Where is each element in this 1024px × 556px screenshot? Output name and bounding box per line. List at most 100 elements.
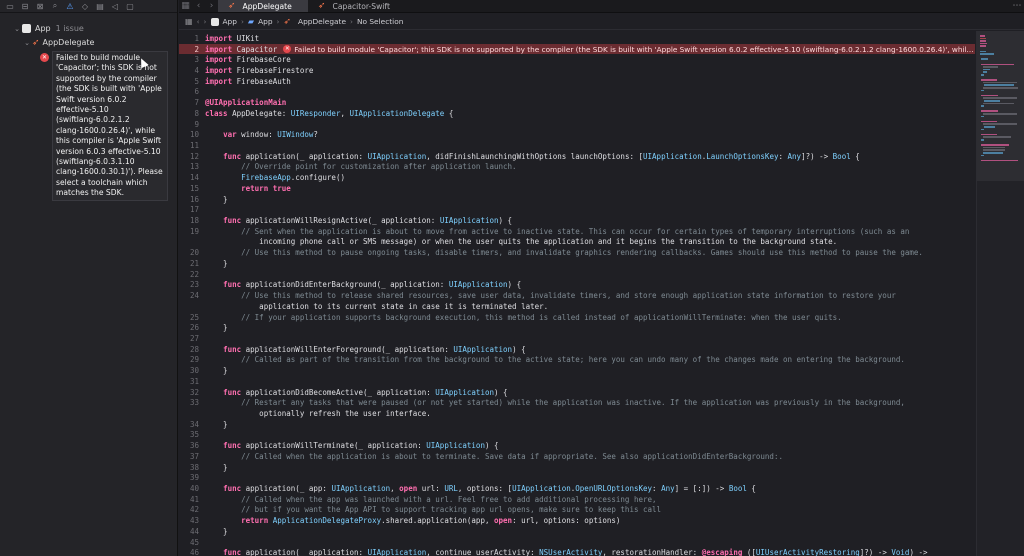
code-line[interactable]: 21 } <box>179 258 975 269</box>
code-line[interactable]: 26 } <box>179 322 975 333</box>
minimap-line <box>981 115 984 118</box>
symbol-icon[interactable]: ⊠ <box>34 1 46 11</box>
code-line[interactable]: 42 // but if you want the App API to sup… <box>179 505 975 516</box>
code-line[interactable]: 24 // Use this method to release shared … <box>179 290 975 301</box>
code-line[interactable]: 36 func applicationWillTerminate(_ appli… <box>179 440 975 451</box>
inline-error-message[interactable]: ✕ Failed to build module 'Capacitor'; thi… <box>283 45 974 54</box>
source-control-icon[interactable]: ⊟ <box>19 1 31 11</box>
breadcrumb-item-folder[interactable]: App <box>258 17 272 26</box>
code-line[interactable]: 43 return ApplicationDelegateProxy.share… <box>179 515 975 526</box>
line-number: 20 <box>189 248 199 258</box>
test-icon[interactable]: ◇ <box>79 1 91 11</box>
forward-arrow-icon[interactable]: › <box>205 0 218 12</box>
code-line[interactable]: 4 import FirebaseFirestore <box>179 65 975 76</box>
line-number: 40 <box>189 484 199 494</box>
code-line[interactable]: 17 <box>179 205 975 216</box>
breadcrumb-item-selection[interactable]: No Selection <box>357 17 403 26</box>
code-text: return true <box>241 183 291 193</box>
code-line[interactable]: 37 // Called when the application is abo… <box>179 451 975 462</box>
code-line[interactable]: 3 import FirebaseCore <box>179 54 975 65</box>
breadcrumb-separator-icon: › <box>276 17 280 26</box>
report-icon[interactable]: ▢ <box>124 1 136 11</box>
code-text: return ApplicationDelegateProxy.shared.a… <box>241 516 621 526</box>
code-line[interactable]: 18 func applicationWillResignActive(_ ap… <box>179 215 975 226</box>
code-line[interactable]: 31 <box>179 376 975 387</box>
code-line[interactable]: 25 // If your application supports backg… <box>179 312 975 323</box>
code-line[interactable]: 45 <box>179 537 975 548</box>
minimap[interactable] <box>976 31 1024 556</box>
issue-icon[interactable]: ⚠ <box>64 1 76 11</box>
code-line[interactable]: 20 // Use this method to pause ongoing t… <box>179 247 975 258</box>
folder-icon[interactable]: ▭ <box>4 1 16 11</box>
swift-file-icon: ➶ <box>32 37 40 48</box>
code-line[interactable]: 39 <box>179 473 975 484</box>
chevron-down-icon[interactable]: ⌄ <box>22 39 32 47</box>
breadcrumb-item-file[interactable]: AppDelegate <box>298 17 346 26</box>
code-line[interactable]: incoming phone call or SMS message) or w… <box>179 237 975 248</box>
code-line[interactable]: 33 // Restart any tasks that were paused… <box>179 397 975 408</box>
code-line[interactable]: 1 import UIKit <box>179 33 975 44</box>
related-items-icon[interactable]: ▦ <box>185 17 193 26</box>
code-line[interactable]: 12 func application(_ application: UIApp… <box>179 151 975 162</box>
code-line[interactable]: 27 <box>179 333 975 344</box>
code-line[interactable]: 46 func application(_ application: UIApp… <box>179 548 975 556</box>
line-number: 1 <box>194 33 199 43</box>
folder-icon: ▰ <box>247 17 255 26</box>
code-line[interactable]: 23 func applicationDidEnterBackground(_ … <box>179 280 975 291</box>
chevron-down-icon[interactable]: ⌄ <box>12 25 22 33</box>
tab-appdelegate[interactable]: ➶ AppDelegate <box>218 0 308 12</box>
code-line[interactable]: 28 func applicationWillEnterForeground(_… <box>179 344 975 355</box>
line-number: 25 <box>189 312 199 322</box>
code-line[interactable]: 34 } <box>179 419 975 430</box>
code-line[interactable]: 22 <box>179 269 975 280</box>
line-number: 31 <box>189 376 199 386</box>
code-line[interactable]: 15 return true <box>179 183 975 194</box>
code-line[interactable]: 35 <box>179 430 975 441</box>
debug-icon[interactable]: ▤ <box>94 1 106 11</box>
code-line[interactable]: 9 <box>179 119 975 130</box>
code-line[interactable]: 16 } <box>179 194 975 205</box>
project-row[interactable]: ⌄ App 1 issue <box>12 22 84 35</box>
code-line[interactable]: 32 func applicationDidBecomeActive(_ app… <box>179 387 975 398</box>
line-number: 5 <box>194 76 199 86</box>
minimap-line <box>982 136 1012 138</box>
breadcrumb-separator-icon: › <box>350 17 353 26</box>
code-line[interactable]: 38 } <box>179 462 975 473</box>
more-icon[interactable]: ⋯ <box>1010 0 1024 12</box>
find-icon[interactable]: ⌕ <box>49 1 61 11</box>
code-line[interactable]: 14 FirebaseApp.configure() <box>179 172 975 183</box>
code-line[interactable]: 19 // Sent when the application is about… <box>179 226 975 237</box>
code-editor[interactable]: 1 import UIKit 2 import Capacitor ✕ Failed to… <box>179 31 975 556</box>
back-arrow-icon[interactable]: ‹ <box>192 0 205 12</box>
code-line[interactable]: 8 class AppDelegate: UIResponder, UIAppli… <box>179 108 975 119</box>
app-project-icon <box>210 17 219 26</box>
code-line[interactable]: 30 } <box>179 365 975 376</box>
file-row-appdelegate[interactable]: ⌄ ➶ AppDelegate <box>22 36 94 49</box>
code-line[interactable]: 13 // Override point for customization a… <box>179 162 975 173</box>
code-line[interactable]: 10 var window: UIWindow? <box>179 129 975 140</box>
code-line[interactable]: 6 <box>179 87 975 98</box>
code-line[interactable]: 41 // Called when the app was launched w… <box>179 494 975 505</box>
chevron-right-icon[interactable]: › <box>204 17 207 26</box>
code-line[interactable]: 11 <box>179 140 975 151</box>
code-line[interactable]: 7 @UIApplicationMain <box>179 97 975 108</box>
line-number: 11 <box>189 140 199 150</box>
minimap-line <box>982 149 1006 151</box>
code-line[interactable]: 40 func application(_ app: UIApplication… <box>179 483 975 494</box>
chevron-left-icon[interactable]: ‹ <box>197 17 200 26</box>
code-text: } <box>205 323 228 333</box>
code-line[interactable]: optionally refresh the user interface. <box>179 408 975 419</box>
code-line[interactable]: 29 // Called as part of the transition f… <box>179 355 975 366</box>
project-navigator: ▭ ⊟ ⊠ ⌕ ⚠ ◇ ▤ ◁ ▢ ⌄ App 1 issue ⌄ ➶ AppDelegate … <box>0 0 178 556</box>
code-line-error[interactable]: 2 import Capacitor ✕ Failed to build module… <box>179 43 975 55</box>
code-line[interactable]: 5 import FirebaseAuth <box>179 76 975 87</box>
line-number: 43 <box>189 516 199 526</box>
line-number: 4 <box>194 65 199 75</box>
code-line[interactable]: application to its current state in case… <box>179 301 975 312</box>
grid-menu-icon[interactable]: ▦ <box>179 0 192 12</box>
code-text: // Called as part of the transition from… <box>241 355 905 365</box>
breakpoint-icon[interactable]: ◁ <box>109 1 121 11</box>
tab-capacitor-swift[interactable]: ➶ Capacitor-Swift <box>308 0 400 12</box>
breadcrumb-item-project[interactable]: App <box>223 17 237 26</box>
code-line[interactable]: 44 } <box>179 526 975 537</box>
